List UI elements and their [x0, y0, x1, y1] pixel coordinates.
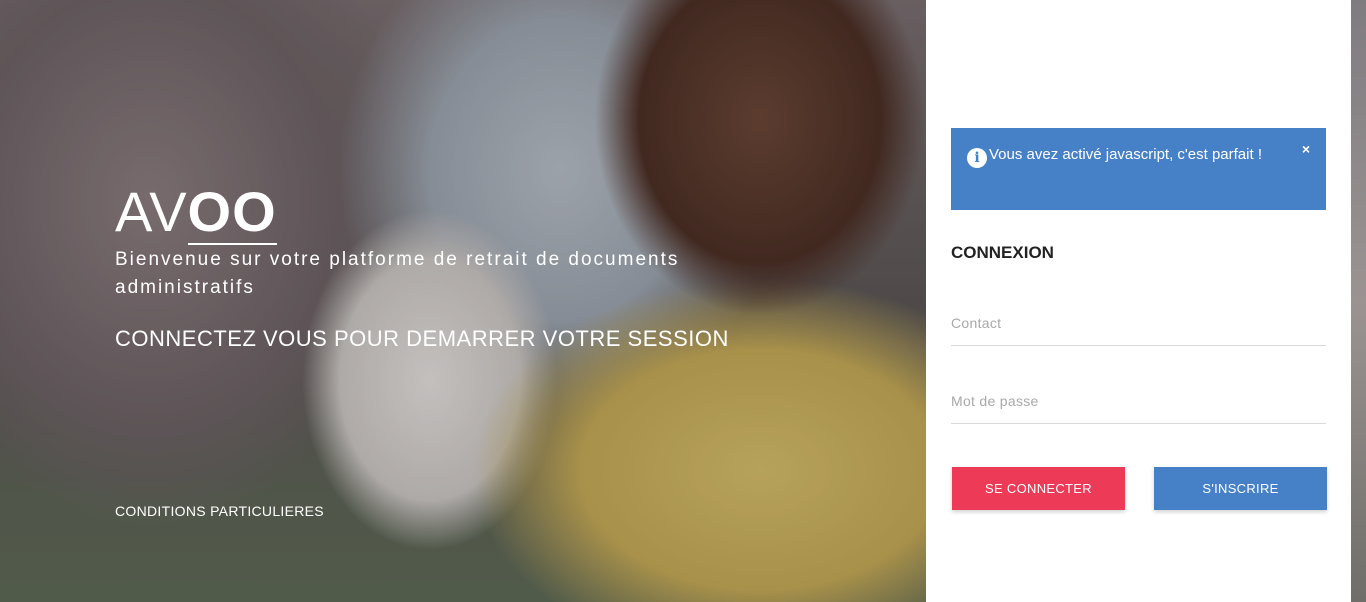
js-enabled-alert: i Vous avez activé javascript, c'est parf…: [951, 128, 1326, 210]
password-input[interactable]: [951, 393, 1326, 424]
logo-light-text: AV: [115, 180, 188, 243]
hero-content: AVOO Bienvenue sur votre platforme de re…: [115, 180, 795, 352]
contact-input[interactable]: [951, 315, 1326, 346]
app-logo: AVOO: [115, 180, 795, 245]
login-button[interactable]: SE CONNECTER: [952, 467, 1125, 510]
welcome-tagline: Bienvenue sur votre platforme de retrait…: [115, 249, 680, 298]
hero-background-image: AVOO Bienvenue sur votre platforme de re…: [0, 0, 926, 602]
alert-close-icon[interactable]: ×: [1302, 138, 1310, 160]
alert-message: Vous avez activé javascript, c'est parfa…: [989, 146, 1262, 163]
logo-bold-text: OO: [187, 180, 277, 245]
signup-button[interactable]: S'INSCRIRE: [1154, 467, 1327, 510]
background-edge-strip: [1351, 0, 1366, 602]
conditions-link[interactable]: CONDITIONS PARTICULIERES: [115, 503, 324, 519]
info-icon: i: [967, 148, 987, 168]
session-cta-heading: CONNECTEZ VOUS POUR DEMARRER VOTRE SESSI…: [115, 326, 729, 351]
login-panel: i Vous avez activé javascript, c'est parf…: [926, 0, 1351, 602]
form-title: CONNEXION: [951, 243, 1054, 262]
